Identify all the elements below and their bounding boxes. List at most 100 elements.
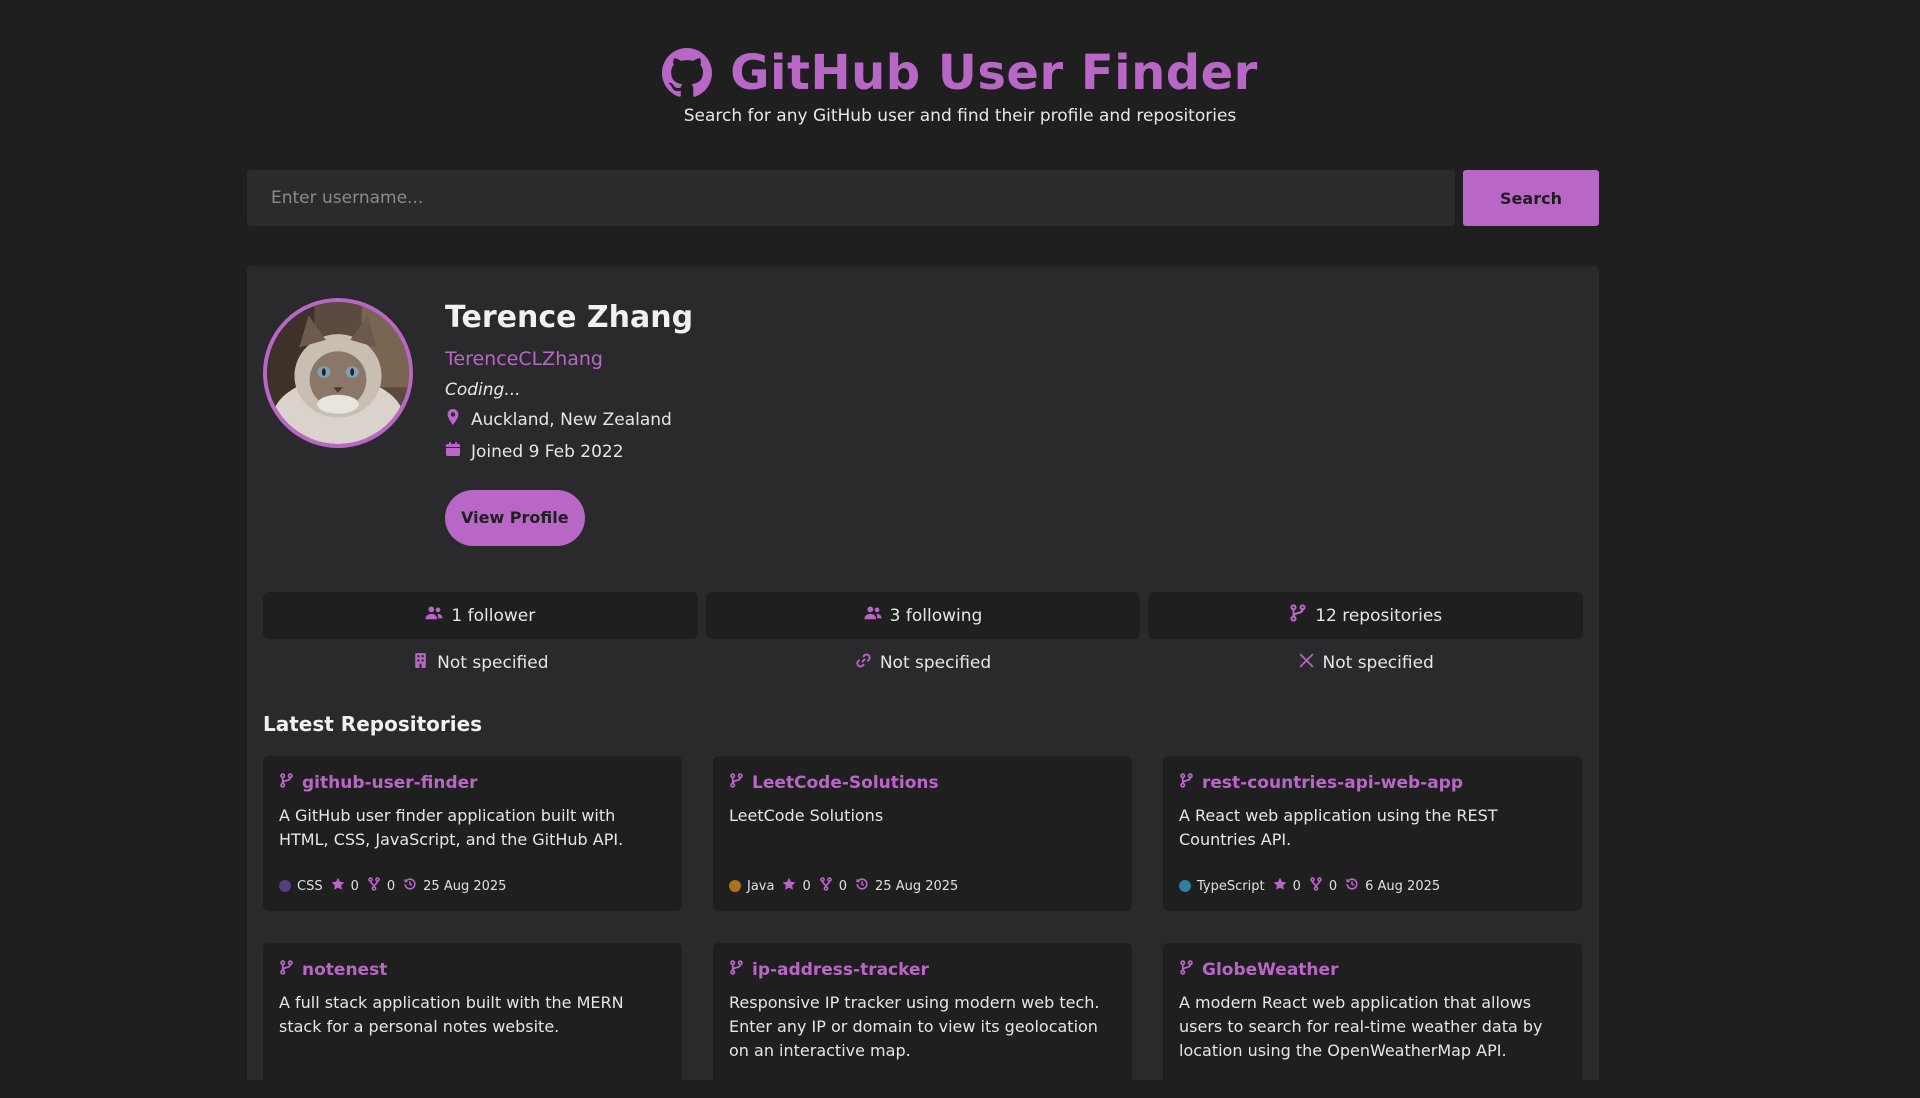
following-stat[interactable]: 3 following [705, 592, 1141, 639]
repo-name[interactable]: rest-countries-api-web-app [1202, 773, 1463, 793]
view-profile-button[interactable]: View Profile [445, 490, 585, 546]
avatar [263, 298, 413, 448]
code-branch-icon [279, 960, 294, 980]
building-icon [412, 652, 429, 674]
repo-description: A GitHub user finder application built w… [279, 806, 624, 849]
updated-date: 25 Aug 2025 [875, 878, 959, 894]
repo-name[interactable]: ip-address-tracker [752, 960, 929, 980]
page-subtitle: Search for any GitHub user and find thei… [683, 106, 1237, 126]
page-title: GitHub User Finder [730, 45, 1258, 101]
code-branch-icon [729, 773, 744, 793]
language-text: Java [747, 878, 775, 894]
repositories-text: 12 repositories [1315, 605, 1443, 626]
repo-description: LeetCode Solutions [729, 806, 884, 825]
website-info: Not specified [706, 644, 1141, 682]
code-branch-icon [1289, 604, 1307, 627]
repo-name[interactable]: LeetCode-Solutions [752, 773, 939, 793]
code-branch-icon [1179, 960, 1194, 980]
updated-date: 25 Aug 2025 [423, 878, 507, 894]
repo-title[interactable]: notenest [279, 959, 666, 981]
repo-meta: CSS 0 0 25 Aug 2025 [279, 877, 506, 895]
company-text: Not specified [437, 653, 549, 673]
fork-icon [819, 877, 833, 895]
calendar-icon [445, 436, 461, 468]
language-text: CSS [297, 878, 323, 894]
repo-name[interactable]: GlobeWeather [1202, 960, 1338, 980]
repo-card: LeetCode-Solutions LeetCode Solutions Ja… [713, 756, 1132, 911]
fork-icon [1309, 877, 1323, 895]
repo-title[interactable]: ip-address-tracker [729, 959, 1116, 981]
repo-description: A modern React web application that allo… [1179, 993, 1543, 1060]
repo-grid: github-user-finder A GitHub user finder … [263, 756, 1583, 1098]
forks-count: 0 [386, 878, 396, 894]
profile-name: Terence Zhang [445, 300, 694, 335]
repo-stars: 0 [331, 877, 359, 895]
stars-count: 0 [1292, 878, 1301, 894]
updated-date: 6 Aug 2025 [1365, 878, 1441, 894]
repo-card: ip-address-tracker Responsive IP tracker… [713, 943, 1132, 1098]
forks-count: 0 [838, 878, 848, 894]
repo-stars: 0 [1273, 877, 1301, 895]
profile-location: Auckland, New Zealand [445, 404, 693, 436]
repo-description: A React web application using the REST C… [1179, 806, 1498, 849]
repo-description: Responsive IP tracker using modern web t… [729, 993, 1100, 1060]
repo-forks: 0 [1309, 877, 1337, 895]
repo-title[interactable]: github-user-finder [279, 772, 666, 794]
joined-text: Joined 9 Feb 2022 [471, 442, 624, 462]
repo-title[interactable]: rest-countries-api-web-app [1179, 772, 1566, 794]
avatar-cat-image [267, 302, 409, 444]
search-input[interactable] [247, 170, 1455, 226]
repo-stars: 0 [782, 877, 811, 895]
language-dot [279, 880, 291, 892]
extras-row: Not specified Not specified Not specifie… [263, 644, 1583, 682]
code-branch-icon [729, 960, 744, 980]
language-text: TypeScript [1197, 878, 1265, 894]
history-icon [403, 877, 417, 895]
company-info: Not specified [263, 644, 698, 682]
search-button[interactable]: Search [1463, 170, 1599, 226]
repo-title[interactable]: LeetCode-Solutions [729, 772, 1116, 794]
profile-joined: Joined 9 Feb 2022 [445, 436, 693, 468]
repo-meta: Java 0 0 25 Aug 2025 [729, 877, 958, 895]
user-friends-icon [864, 604, 882, 627]
history-icon [1345, 877, 1359, 895]
stats-row: 1 follower 3 following 12 repositories [263, 592, 1584, 639]
github-icon [662, 48, 713, 98]
search-bar: Search [247, 170, 1599, 226]
language-dot [729, 880, 741, 892]
map-pin-icon [445, 404, 461, 436]
repo-name[interactable]: notenest [302, 960, 387, 980]
users-icon [425, 604, 443, 627]
stars-count: 0 [802, 878, 811, 894]
repo-language: Java [729, 879, 774, 894]
location-text: Auckland, New Zealand [471, 410, 672, 430]
twitter-text: Not specified [1322, 653, 1434, 673]
repo-language: TypeScript [1179, 879, 1265, 894]
following-text: 3 following [889, 605, 983, 626]
repo-description: A full stack application built with the … [279, 993, 624, 1036]
repo-updated: 6 Aug 2025 [1345, 877, 1440, 895]
repo-name[interactable]: github-user-finder [302, 773, 478, 793]
repo-card: GlobeWeather A modern React web applicat… [1163, 943, 1582, 1098]
link-icon [855, 652, 872, 674]
repo-card: github-user-finder A GitHub user finder … [263, 756, 682, 911]
repositories-stat[interactable]: 12 repositories [1148, 592, 1584, 639]
repo-title[interactable]: GlobeWeather [1179, 959, 1566, 981]
history-icon [855, 877, 869, 895]
profile-info: Terence Zhang TerenceCLZhang Coding... A… [445, 298, 693, 546]
followers-stat[interactable]: 1 follower [263, 592, 698, 639]
website-text: Not specified [879, 653, 992, 673]
repo-forks: 0 [819, 877, 847, 895]
x-icon [1298, 652, 1315, 674]
repo-updated: 25 Aug 2025 [403, 877, 506, 895]
repo-card: notenest A full stack application built … [263, 943, 682, 1098]
repo-updated: 25 Aug 2025 [855, 877, 958, 895]
code-branch-icon [279, 773, 294, 793]
profile-username: TerenceCLZhang [445, 348, 603, 370]
profile-card: Terence Zhang TerenceCLZhang Coding... A… [247, 266, 1599, 1098]
title-row: GitHub User Finder [0, 44, 1920, 102]
twitter-info: Not specified [1148, 644, 1583, 682]
repo-card: rest-countries-api-web-app A React web a… [1163, 756, 1582, 911]
repositories-heading: Latest Repositories [263, 712, 483, 736]
star-icon [782, 877, 796, 895]
